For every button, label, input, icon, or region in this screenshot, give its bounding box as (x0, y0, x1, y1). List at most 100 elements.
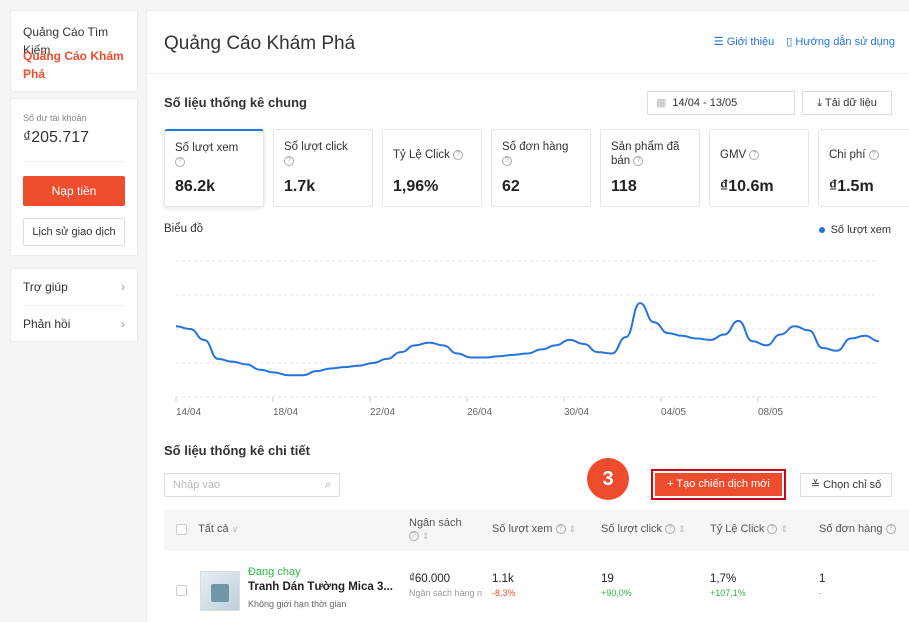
metric-label: Số lượt xem (175, 142, 239, 154)
sidebar-item-discovery-ads[interactable]: Quảng Cáo Khám Phá (23, 47, 137, 81)
views-line-chart: 14/04 18/04 22/04 26/04 30/04 04/05 08/05 (175, 260, 880, 418)
metric-card-cost[interactable]: Chi phí ? ₫1.5m (818, 129, 909, 207)
help-icon: ? (284, 155, 294, 166)
step-badge: 3 (587, 458, 629, 500)
metric-cards: Số lượt xem? 86.2k Số lượt click? 1.7k T… (164, 129, 909, 207)
balance-value: ₫205.717 (23, 129, 125, 162)
metric-card-views[interactable]: Số lượt xem? 86.2k (164, 129, 264, 207)
page-title: Quảng Cáo Khám Phá (164, 33, 356, 54)
sort-icon: ⇕ (780, 524, 789, 534)
topup-button[interactable]: Nạp tiền (23, 176, 125, 206)
list-icon: ☰ (713, 36, 727, 48)
metric-label: Chi phí (829, 149, 866, 161)
detail-title: Số liệu thống kê chi tiết (164, 443, 310, 458)
x-tick-label: 26/04 (467, 407, 492, 418)
metric-label: GMV (720, 149, 747, 161)
help-icon: ? (885, 524, 896, 535)
feedback-link[interactable]: Phản hồi › (23, 305, 125, 341)
col-clicks-label: Số lượt click (601, 523, 663, 535)
col-clicks[interactable]: Số lượt click ? ⇕ (601, 523, 686, 536)
x-tick-label: 22/04 (370, 407, 395, 418)
choose-metrics-button[interactable]: ≚ Chọn chỉ số (800, 473, 892, 497)
table-row[interactable]: Đang chạy Tranh Dán Tường Mica 3... Khôn… (164, 559, 909, 622)
row-checkbox[interactable] (176, 585, 187, 596)
col-views[interactable]: Số lượt xem ? ⇕ (492, 523, 576, 536)
new-campaign-highlight: + Tạo chiến dịch mới (651, 469, 786, 500)
metric-value: ₫10.6m (720, 178, 774, 195)
cell-views: 1.1k -8,3% (492, 573, 516, 598)
campaign-duration: Không giới hạn thời gian (248, 599, 347, 609)
chart-legend: Số lượt xem (818, 224, 891, 236)
cell-orders: 1- (819, 573, 825, 598)
help-icon: ? (175, 156, 185, 167)
metric-label: Số đơn hàng (502, 141, 569, 153)
transaction-history-button[interactable]: Lịch sử giao dịch (23, 218, 125, 246)
help-card: Trợ giúp › Phản hồi › (10, 268, 138, 342)
sidebar-nav: Quảng Cáo Tìm Kiếm Quảng Cáo Khám Phá (10, 10, 138, 92)
metric-card-orders[interactable]: Số đơn hàng? 62 (491, 129, 591, 207)
metric-card-sold[interactable]: Sản phẩm đã bán ? 118 (600, 129, 700, 207)
col-budget-label: Ngân sách (409, 517, 462, 529)
guide-link[interactable]: ▯ Hướng dẫn sử dụng (786, 35, 895, 48)
metric-label: Tỷ Lệ Click (393, 149, 450, 161)
x-tick-label: 04/05 (661, 407, 686, 418)
col-orders-label: Số đơn hàng (819, 523, 883, 535)
metric-card-clicks[interactable]: Số lượt click? 1.7k (273, 129, 373, 207)
book-icon: ▯ (786, 36, 796, 48)
balance-label: Số dư tài khoản (23, 113, 87, 123)
checkbox[interactable] (176, 523, 187, 535)
help-icon: ? (633, 155, 644, 166)
new-campaign-button[interactable]: + Tạo chiến dịch mới (655, 473, 782, 496)
date-range-picker[interactable]: ▦ 14/04 - 13/05 (647, 91, 795, 115)
metric-card-ctr[interactable]: Tỷ Lệ Click ? 1,96% (382, 129, 482, 207)
metric-value: ₫1.5m (829, 178, 874, 195)
help-icon: ? (868, 149, 879, 160)
x-tick-label: 18/04 (273, 407, 298, 418)
x-tick-label: 30/04 (564, 407, 589, 418)
download-data-button[interactable]: ⤓ Tải dữ liệu (802, 91, 892, 115)
overview-title: Số liệu thống kê chung (164, 95, 307, 110)
guide-link-label: Hướng dẫn sử dụng (795, 36, 895, 48)
download-label: Tải dữ liệu (824, 97, 877, 109)
metric-value: 1.7k (284, 178, 316, 195)
chevron-right-icon: › (121, 317, 125, 331)
x-tick-label: 08/05 (758, 407, 783, 418)
orders-value: 1 (819, 573, 826, 585)
feedback-label: Phản hồi (23, 317, 71, 331)
col-views-label: Số lượt xem (492, 523, 553, 535)
sort-icon: ⇕ (678, 524, 686, 534)
metric-card-gmv[interactable]: GMV ? ₫10.6m (709, 129, 809, 207)
product-thumbnail (200, 571, 240, 611)
sort-icon: ⇕ (568, 524, 577, 534)
intro-link-label: Giới thiệu (726, 36, 775, 48)
orders-change: - (819, 588, 822, 598)
metric-value: 62 (502, 178, 520, 195)
select-all[interactable]: Tất cả ∨ (176, 523, 238, 536)
header-links: ☰ Giới thiệu ▯ Hướng dẫn sử dụng (714, 35, 895, 48)
views-value: 1.1k (492, 573, 514, 585)
sidebar-item-search-ads[interactable]: Quảng Cáo Tìm Kiếm (23, 23, 137, 57)
help-icon: ? (409, 531, 419, 542)
chart-title: Biểu đồ (164, 223, 204, 235)
search-input[interactable]: Nhập vào ⌕ (164, 473, 340, 497)
intro-link[interactable]: ☰ Giới thiệu (714, 35, 775, 48)
metric-label: Số lượt click (284, 141, 348, 153)
col-orders[interactable]: Số đơn hàng ? (819, 523, 896, 536)
col-budget[interactable]: Ngân sách? ⇕ (409, 517, 462, 543)
calendar-icon: ▦ (656, 97, 667, 109)
help-link[interactable]: Trợ giúp › (23, 269, 125, 305)
ctr-change: +107,1% (710, 588, 746, 598)
col-ctr[interactable]: Tỷ Lệ Click ? ⇕ (710, 523, 788, 536)
legend-dot (818, 227, 825, 234)
product-name[interactable]: Tranh Dán Tường Mica 3... (248, 581, 393, 593)
download-icon: ⤓ (817, 97, 825, 109)
col-all: Tất cả (198, 523, 229, 535)
metric-label: Sản phẩm đã bán (611, 141, 680, 167)
status-badge: Đang chạy (248, 566, 301, 578)
choose-metrics-label: Chọn chỉ số (823, 479, 882, 491)
search-icon: ⌕ (324, 479, 331, 491)
help-icon: ? (665, 524, 676, 535)
series-line-views (175, 302, 880, 377)
help-icon: ? (767, 524, 778, 535)
metric-value: 86.2k (175, 178, 216, 195)
